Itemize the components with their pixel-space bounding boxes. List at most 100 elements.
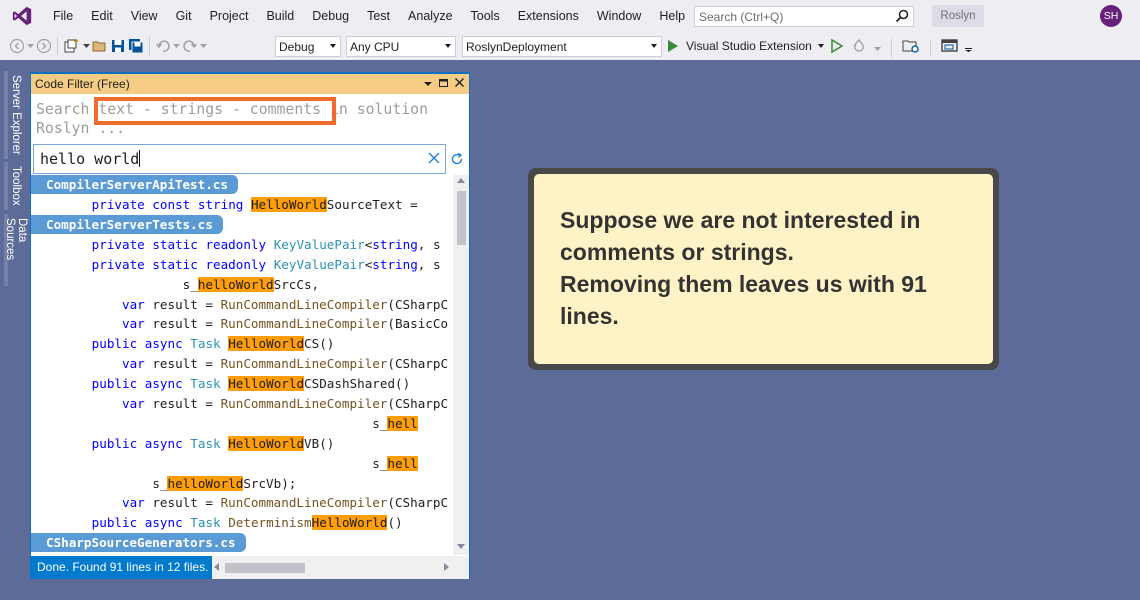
save-all-icon[interactable] — [128, 35, 144, 57]
match-highlight: HelloWorld — [311, 515, 388, 531]
filter-query-value: hello world — [40, 150, 140, 168]
window-layout-icon[interactable] — [941, 38, 959, 57]
result-line[interactable]: s_helloWorldSrcCs, — [31, 275, 453, 295]
file-header[interactable]: CompilerServerTests.cs — [31, 214, 453, 235]
callout-line: Removing them leaves us with 91 — [560, 271, 927, 297]
result-line[interactable]: private const string HelloWorldSourceTex… — [31, 195, 453, 215]
clear-icon[interactable] — [427, 151, 441, 169]
chevron-down-icon[interactable] — [173, 35, 180, 57]
file-name: CSharpSourceGenerators.cs — [31, 533, 246, 553]
result-line[interactable]: private static readonly KeyValuePair<str… — [31, 235, 453, 255]
chevron-down-icon[interactable] — [817, 44, 824, 48]
menu-debug[interactable]: Debug — [303, 0, 358, 32]
chevron-down-icon[interactable] — [83, 35, 90, 57]
menu-analyze[interactable]: Analyze — [399, 0, 461, 32]
code-text: SrcVb); — [243, 475, 297, 491]
hot-reload-icon[interactable] — [850, 38, 868, 57]
menu-window[interactable]: Window — [588, 0, 650, 32]
panel-titlebar[interactable]: Code Filter (Free) — [31, 74, 469, 94]
solution-name-badge[interactable]: Roslyn — [932, 5, 984, 27]
status-text: Done. Found 91 lines in 12 files. — [31, 556, 213, 579]
start-debugging-button[interactable]: Visual Studio Extension — [668, 36, 824, 56]
tab-server-explorer[interactable]: Server Explorer — [4, 71, 24, 159]
horizontal-scrollbar[interactable] — [211, 556, 469, 579]
visual-studio-logo-icon[interactable] — [0, 0, 44, 32]
match-highlight: hell — [387, 455, 418, 471]
back-icon[interactable] — [9, 35, 25, 57]
code-text: s_ — [31, 475, 168, 491]
result-line[interactable]: s_hell — [31, 454, 453, 474]
search-input[interactable]: Search (Ctrl+Q) — [694, 6, 914, 27]
filter-query-input[interactable]: hello world — [33, 144, 446, 174]
scroll-left-icon[interactable] — [214, 563, 219, 571]
startup-project-select[interactable]: RoslynDeployment — [462, 36, 662, 57]
menu-tools[interactable]: Tools — [462, 0, 509, 32]
save-icon[interactable] — [110, 35, 126, 57]
menu-test[interactable]: Test — [358, 0, 399, 32]
result-line[interactable]: public async Task HelloWorldCS() — [31, 334, 453, 354]
scroll-thumb[interactable] — [225, 563, 305, 573]
platform-select[interactable]: Any CPU — [346, 36, 456, 57]
tab-toolbox[interactable]: Toolbox — [4, 162, 24, 210]
chevron-down-icon[interactable] — [200, 35, 207, 57]
tab-label: Toolbox — [10, 166, 22, 206]
match-highlight: helloWorld — [197, 276, 274, 292]
code-text: s_ — [31, 276, 198, 292]
search-icon — [895, 9, 909, 26]
menu-file[interactable]: File — [44, 0, 82, 32]
result-line[interactable]: var result = RunCommandLineCompiler(CSha… — [31, 354, 453, 374]
result-line[interactable]: var result = RunCommandLineCompiler(CSha… — [31, 295, 453, 315]
maximize-icon[interactable] — [438, 76, 449, 93]
platform-value: Any CPU — [350, 39, 400, 54]
menu-help[interactable]: Help — [650, 0, 694, 32]
menu-git[interactable]: Git — [167, 0, 201, 32]
toolbar-options-icon[interactable] — [965, 41, 973, 55]
tab-data-sources[interactable]: Data Sources — [4, 214, 28, 286]
callout-body: Suppose we are not interested in comment… — [534, 174, 993, 364]
result-line[interactable]: s_helloWorldSrcVb); — [31, 474, 453, 494]
panel-status-bar: Done. Found 91 lines in 12 files. — [31, 556, 469, 579]
result-line[interactable]: public async Task DeterminismHelloWorld(… — [31, 513, 453, 533]
menu-edit[interactable]: Edit — [82, 0, 122, 32]
close-icon[interactable] — [454, 76, 465, 93]
refresh-icon[interactable] — [450, 152, 464, 169]
scroll-up-icon[interactable] — [457, 178, 465, 183]
configuration-select[interactable]: Debug — [275, 36, 341, 57]
chevron-down-icon[interactable] — [874, 41, 881, 55]
chevron-down-icon[interactable] — [27, 35, 34, 57]
scroll-down-icon[interactable] — [457, 544, 465, 549]
result-line[interactable]: public async Task HelloWorldVB() — [31, 434, 453, 454]
code-text: public async Task Determinism — [91, 515, 312, 531]
file-header[interactable]: CSharpSourceGenerators.cs — [31, 533, 453, 553]
forward-icon[interactable] — [36, 35, 52, 57]
result-line[interactable]: var result = RunCommandLineCompiler(CSha… — [31, 394, 453, 414]
result-line[interactable]: var result = RunCommandLineCompiler(CSha… — [31, 493, 453, 513]
scroll-right-icon[interactable] — [444, 563, 449, 571]
result-line[interactable]: var result = RunCommandLineCompiler(Basi… — [31, 314, 453, 334]
undo-icon[interactable] — [155, 35, 171, 57]
chevron-down-icon — [445, 44, 451, 48]
tab-label: Data Sources — [4, 218, 28, 261]
solution-explorer-icon[interactable] — [902, 38, 920, 57]
code-filter-panel: Code Filter (Free) Search text - strings… — [30, 72, 470, 579]
result-line[interactable]: private static readonly KeyValuePair<str… — [31, 255, 453, 275]
code-text: public async Task — [91, 435, 221, 451]
window-position-icon[interactable] — [423, 76, 433, 93]
file-header[interactable]: CompilerServerApiTest.cs — [31, 175, 453, 195]
vertical-scrollbar[interactable] — [453, 175, 469, 555]
run-tools-group — [830, 38, 973, 57]
start-without-debugging-icon[interactable] — [830, 38, 844, 57]
startup-project-value: RoslynDeployment — [466, 39, 567, 54]
menu-extensions[interactable]: Extensions — [509, 0, 588, 32]
new-project-icon[interactable] — [63, 35, 81, 57]
result-line[interactable]: public async Task HelloWorldCSDashShared… — [31, 374, 453, 394]
scroll-thumb[interactable] — [457, 191, 466, 245]
results-list[interactable]: CompilerServerApiTest.cs private const s… — [31, 175, 453, 555]
result-line[interactable]: s_hell — [31, 414, 453, 434]
menu-view[interactable]: View — [122, 0, 167, 32]
avatar[interactable]: SH — [1100, 5, 1122, 27]
redo-icon[interactable] — [182, 35, 198, 57]
menu-project[interactable]: Project — [201, 0, 258, 32]
menu-build[interactable]: Build — [257, 0, 303, 32]
open-folder-icon[interactable] — [92, 35, 108, 57]
